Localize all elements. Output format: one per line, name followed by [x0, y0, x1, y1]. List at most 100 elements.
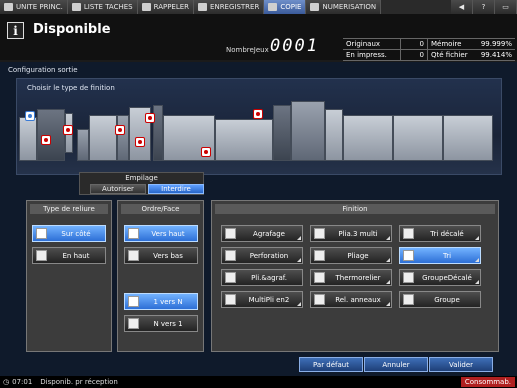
counter-table: Originaux 0 Mémoire 99.999% En impress. … [343, 38, 515, 61]
face-up-button[interactable]: Vers haut [124, 225, 198, 242]
settings-corner-icon [475, 236, 479, 240]
jobs-label: NombreJeux [226, 46, 269, 54]
multi-half-fold-button[interactable]: MultiPli en2 [221, 291, 303, 308]
fold-staple-icon [225, 272, 236, 283]
order-n-to-1-button[interactable]: N vers 1 [124, 315, 198, 332]
machine-prompt: Choisir le type de finition [27, 84, 115, 92]
section-title: Finition [215, 204, 495, 214]
print-engine [325, 109, 343, 161]
inserter-module [215, 119, 273, 161]
perfect-binder-button[interactable]: Thermorelier [310, 269, 392, 286]
status-message: Disponib. pr réception [40, 378, 118, 386]
tab-rappeler[interactable]: RAPPELER [137, 0, 195, 14]
sort-icon [403, 250, 414, 261]
tray-indicator-icon[interactable] [41, 135, 51, 145]
settings-corner-icon [386, 236, 390, 240]
sort-button[interactable]: Tri [399, 247, 481, 264]
section-title: Ordre/Face [121, 204, 200, 214]
counter-label: Originaux [343, 39, 401, 49]
button-label: Tri [442, 251, 452, 260]
paper-feed-unit [343, 115, 393, 161]
order-1-to-n-button[interactable]: 1 vers N [124, 293, 198, 310]
button-label: Perforation [249, 251, 289, 260]
button-label: 1 vers N [153, 297, 183, 306]
tab-numerisation[interactable]: NUMERISATION [306, 0, 382, 14]
binding-side-button[interactable]: Sur côté [32, 225, 106, 242]
stacking-title: Empilage [125, 174, 158, 182]
button-label: Sur côté [61, 229, 91, 238]
order-1-to-n-icon [128, 296, 139, 307]
tray-indicator-icon[interactable] [145, 113, 155, 123]
ok-button[interactable]: Valider [429, 357, 493, 372]
face-up-icon [128, 228, 139, 239]
settings-corner-icon [297, 258, 301, 262]
screen-button[interactable]: ▭ [495, 0, 517, 14]
fold-staple-button[interactable]: Pli.&agraf. [221, 269, 303, 286]
order-face-section: Ordre/Face Vers haut Vers bas 1 vers N N… [117, 200, 204, 352]
tray-indicator-icon[interactable] [115, 125, 125, 135]
home-icon [4, 3, 13, 11]
stacking-control: Empilage Autoriser Interdire [79, 172, 204, 195]
button-label: Rel. anneaux [335, 295, 381, 304]
machine-diagram: Choisir le type de finition [16, 78, 502, 175]
punch-button[interactable]: Perforation [221, 247, 303, 264]
tab-unite-princ[interactable]: UNITE PRINC. [0, 0, 68, 14]
tray-indicator-icon[interactable] [63, 125, 73, 135]
counter-value: 0 [401, 39, 428, 49]
screen-icon: ▭ [502, 3, 509, 11]
status-bar: ◷ 07:01 Disponib. pr réception Consommab… [0, 376, 517, 388]
button-label: N vers 1 [153, 319, 183, 328]
print-engine [291, 101, 325, 161]
tray-indicator-icon[interactable] [25, 111, 35, 121]
settings-corner-icon [386, 280, 390, 284]
offset-group-button[interactable]: GroupeDécalé [399, 269, 481, 286]
tab-label: LISTE TACHES [83, 3, 133, 11]
counter-row: Originaux 0 Mémoire 99.999% [343, 39, 515, 50]
tab-label: RAPPELER [153, 3, 190, 11]
button-label: Thermorelier [335, 273, 381, 282]
top-binding-icon [36, 250, 47, 261]
face-down-button[interactable]: Vers bas [124, 247, 198, 264]
speaker-icon: ◀ [458, 3, 465, 11]
tray-indicator-icon[interactable] [253, 109, 263, 119]
help-button[interactable]: ? [473, 0, 495, 14]
binding-top-button[interactable]: En haut [32, 247, 106, 264]
volume-button[interactable]: ◀ [451, 0, 473, 14]
panel-title: Configuration sortie [8, 66, 78, 74]
tab-label: ENREGISTRER [210, 3, 260, 11]
counter-row: En impress. 0 Qté fichier 99.414% [343, 50, 515, 61]
tab-copie[interactable]: COPIE [264, 0, 307, 14]
folding-module [89, 115, 117, 161]
jobs-value: 0001 [270, 36, 319, 56]
button-label: Plia.3 multi [338, 229, 378, 238]
tray-indicator-icon[interactable] [135, 137, 145, 147]
register-icon [198, 3, 208, 11]
fold-button[interactable]: Pliage [310, 247, 392, 264]
forbid-stacking-button[interactable]: Interdire [148, 184, 204, 194]
tri-fold-multi-button[interactable]: Plia.3 multi [310, 225, 392, 242]
tray-indicator-icon[interactable] [201, 147, 211, 157]
offset-sort-button[interactable]: Tri décalé [399, 225, 481, 242]
paper-feed-unit [393, 115, 443, 161]
cancel-button[interactable]: Annuler [364, 357, 428, 372]
allow-stacking-button[interactable]: Autoriser [90, 184, 146, 194]
group-button[interactable]: Groupe [399, 291, 481, 308]
status-time: 07:01 [12, 378, 33, 386]
tab-bar: UNITE PRINC. LISTE TACHES RAPPELER ENREG… [0, 0, 517, 14]
module [117, 115, 129, 161]
button-label: Tri décalé [430, 229, 464, 238]
counter-label: En impress. [343, 50, 401, 60]
tab-enregistrer[interactable]: ENREGISTRER [194, 0, 265, 14]
counter-value: 0 [401, 50, 428, 60]
consumables-button[interactable]: Consommab. [460, 377, 515, 387]
stapling-button[interactable]: Agrafage [221, 225, 303, 242]
default-button[interactable]: Par défaut [299, 357, 363, 372]
settings-corner-icon [475, 280, 479, 284]
info-icon[interactable]: i [7, 22, 24, 39]
settings-corner-icon [386, 302, 390, 306]
settings-corner-icon [297, 236, 301, 240]
print-engine [273, 105, 291, 161]
ring-binding-button[interactable]: Rel. anneaux [310, 291, 392, 308]
tab-liste-taches[interactable]: LISTE TACHES [67, 0, 138, 14]
group-icon [403, 294, 414, 305]
